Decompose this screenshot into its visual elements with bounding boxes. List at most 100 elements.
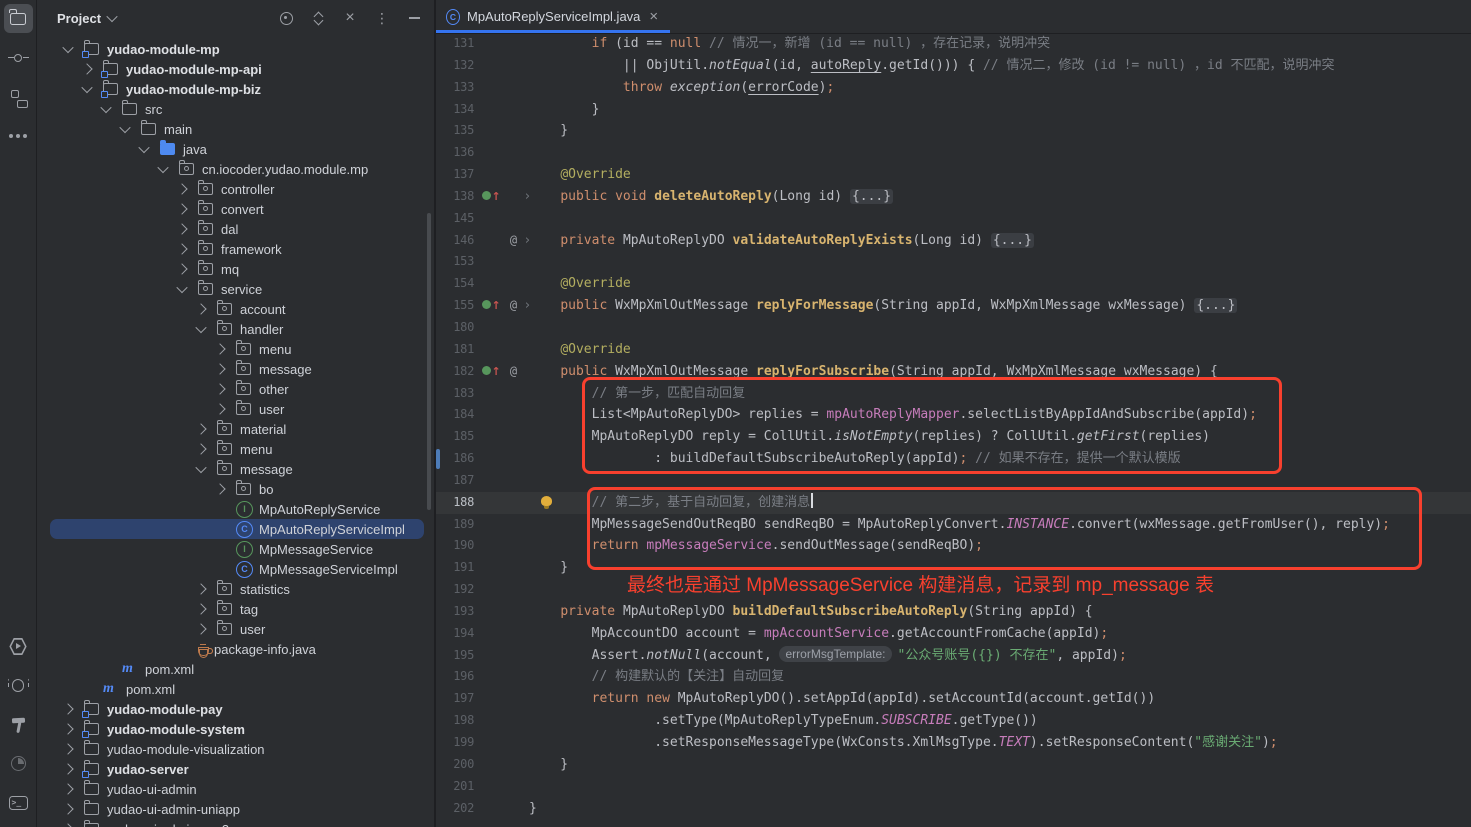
chevron-right-icon[interactable]	[195, 603, 206, 614]
tree-item-src[interactable]: src	[37, 99, 434, 119]
tree-item-handler[interactable]: handler	[37, 319, 434, 339]
tree-item-dal[interactable]: dal	[37, 219, 434, 239]
code-line-187[interactable]: 187	[436, 470, 1471, 492]
code-line-153[interactable]: 153	[436, 251, 1471, 273]
tree-item-framework[interactable]: framework	[37, 239, 434, 259]
chevron-right-icon[interactable]	[176, 203, 187, 214]
code-line-192[interactable]: 192	[436, 579, 1471, 601]
code-line-188[interactable]: 188 // 第二步，基于自动回复，创建消息	[436, 492, 1471, 514]
tree-item-user[interactable]: user	[37, 619, 434, 639]
code-line-200[interactable]: 200 }	[436, 754, 1471, 776]
tree-item-yudao-module-visualization[interactable]: yudao-module-visualization	[37, 739, 434, 759]
chevron-right-icon[interactable]	[62, 703, 73, 714]
code-line-196[interactable]: 196 // 构建默认的【关注】自动回复	[436, 666, 1471, 688]
code-line-195[interactable]: 195 Assert.notNull(account, errorMsgTemp…	[436, 645, 1471, 667]
close-tab-icon[interactable]: ×	[649, 11, 658, 23]
chevron-right-icon[interactable]	[176, 263, 187, 274]
implements-method-icon[interactable]: ↑	[482, 186, 501, 208]
tree-item-pom.xml[interactable]: mpom.xml	[37, 659, 434, 679]
tree-item-message[interactable]: message	[37, 459, 434, 479]
code-line-145[interactable]: 145	[436, 208, 1471, 230]
chevron-right-icon[interactable]	[214, 383, 225, 394]
chevron-down-icon[interactable]	[195, 322, 206, 333]
fold-region-icon[interactable]: ›	[525, 233, 530, 248]
tree-item-yudao-ui-admin-uniapp[interactable]: yudao-ui-admin-uniapp	[37, 799, 434, 819]
tree-item-MpMessageServiceImpl[interactable]: CMpMessageServiceImpl	[37, 559, 434, 579]
chevron-right-icon[interactable]	[62, 763, 73, 774]
more-tools-button[interactable]	[4, 121, 33, 150]
project-button[interactable]	[4, 4, 33, 33]
chevron-right-icon[interactable]	[62, 803, 73, 814]
code-line-182[interactable]: 182↑@ public WxMpXmlOutMessage replyForS…	[436, 361, 1471, 383]
tree-item-message[interactable]: message	[37, 359, 434, 379]
chevron-down-icon[interactable]	[195, 462, 206, 473]
tree-scrollbar[interactable]	[427, 213, 431, 510]
code-line-133[interactable]: 133 throw exception(errorCode);	[436, 77, 1471, 99]
tree-item-menu[interactable]: menu	[37, 439, 434, 459]
tree-item-mq[interactable]: mq	[37, 259, 434, 279]
code-line-135[interactable]: 135 }	[436, 120, 1471, 142]
tree-item-bo[interactable]: bo	[37, 479, 434, 499]
code-line-154[interactable]: 154 @Override	[436, 273, 1471, 295]
chevron-down-icon[interactable]	[106, 11, 117, 22]
tree-item-yudao-module-system[interactable]: yudao-module-system	[37, 719, 434, 739]
chevron-right-icon[interactable]	[195, 623, 206, 634]
tree-item-tag[interactable]: tag	[37, 599, 434, 619]
chevron-down-icon[interactable]	[138, 142, 149, 153]
chevron-down-icon[interactable]	[157, 162, 168, 173]
tree-item-other[interactable]: other	[37, 379, 434, 399]
code-line-186[interactable]: 186 : buildDefaultSubscribeAutoReply(app…	[436, 448, 1471, 470]
code-line-185[interactable]: 185 MpAutoReplyDO reply = CollUtil.isNot…	[436, 426, 1471, 448]
debug-button[interactable]	[4, 671, 33, 700]
locate-file-button[interactable]	[278, 10, 294, 26]
code-line-181[interactable]: 181 @Override	[436, 339, 1471, 361]
chevron-down-icon[interactable]	[100, 102, 111, 113]
tree-item-menu[interactable]: menu	[37, 339, 434, 359]
project-panel-title[interactable]: Project	[57, 11, 101, 26]
chevron-right-icon[interactable]	[62, 783, 73, 794]
chevron-right-icon[interactable]	[195, 443, 206, 454]
code-line-190[interactable]: 190 return mpMessageService.sendOutMessa…	[436, 535, 1471, 557]
chevron-down-icon[interactable]	[62, 42, 73, 53]
code-line-201[interactable]: 201	[436, 776, 1471, 798]
code-line-183[interactable]: 183 // 第一步，匹配自动回复	[436, 383, 1471, 405]
chevron-right-icon[interactable]	[214, 483, 225, 494]
code-line-146[interactable]: 146@› private MpAutoReplyDO validateAuto…	[436, 230, 1471, 252]
code-line-131[interactable]: 131 if (id == null // 情况一，新增 (id == null…	[436, 33, 1471, 55]
code-line-194[interactable]: 194 MpAccountDO account = mpAccountServi…	[436, 623, 1471, 645]
tree-item-account[interactable]: account	[37, 299, 434, 319]
options-button[interactable]: ⋮	[374, 10, 390, 26]
chevron-right-icon[interactable]	[176, 243, 187, 254]
expand-all-button[interactable]	[310, 10, 326, 26]
tree-item-yudao-module-mp-biz[interactable]: yudao-module-mp-biz	[37, 79, 434, 99]
profiler-button[interactable]	[4, 749, 33, 778]
chevron-right-icon[interactable]	[214, 363, 225, 374]
terminal-button[interactable]	[4, 788, 33, 817]
chevron-right-icon[interactable]	[214, 403, 225, 414]
chevron-right-icon[interactable]	[176, 223, 187, 234]
tree-item-MpAutoReplyService[interactable]: IMpAutoReplyService	[37, 499, 434, 519]
tree-item-package-info.java[interactable]: package-info.java	[37, 639, 434, 659]
structure-button[interactable]	[4, 82, 33, 111]
chevron-right-icon[interactable]	[195, 583, 206, 594]
code-line-132[interactable]: 132 || ObjUtil.notEqual(id, autoReply.ge…	[436, 55, 1471, 77]
chevron-right-icon[interactable]	[62, 723, 73, 734]
commit-button[interactable]	[4, 43, 33, 72]
tab-mpautoreplyserviceimpl[interactable]: C MpAutoReplyServiceImpl.java ×	[436, 0, 670, 33]
tree-item-pom.xml[interactable]: mpom.xml	[37, 679, 434, 699]
collapse-all-button[interactable]: ×	[342, 10, 358, 26]
chevron-right-icon[interactable]	[195, 303, 206, 314]
tree-item-user[interactable]: user	[37, 399, 434, 419]
tree-item-main[interactable]: main	[37, 119, 434, 139]
chevron-right-icon[interactable]	[62, 823, 73, 827]
code-line-193[interactable]: 193 private MpAutoReplyDO buildDefaultSu…	[436, 601, 1471, 623]
services-button[interactable]	[4, 632, 33, 661]
tree-item-service[interactable]: service	[37, 279, 434, 299]
tree-item-yudao-ui-admin-vue3[interactable]: yudao-ui-admin-vue3	[37, 819, 434, 827]
code-line-198[interactable]: 198 .setType(MpAutoReplyTypeEnum.SUBSCRI…	[436, 710, 1471, 732]
tree-item-yudao-module-pay[interactable]: yudao-module-pay	[37, 699, 434, 719]
tree-item-cn.iocoder.yudao.module.mp[interactable]: cn.iocoder.yudao.module.mp	[37, 159, 434, 179]
hide-button[interactable]	[406, 10, 422, 26]
code-line-138[interactable]: 138↑› public void deleteAutoReply(Long i…	[436, 186, 1471, 208]
tree-item-yudao-module-mp[interactable]: yudao-module-mp	[37, 39, 434, 59]
